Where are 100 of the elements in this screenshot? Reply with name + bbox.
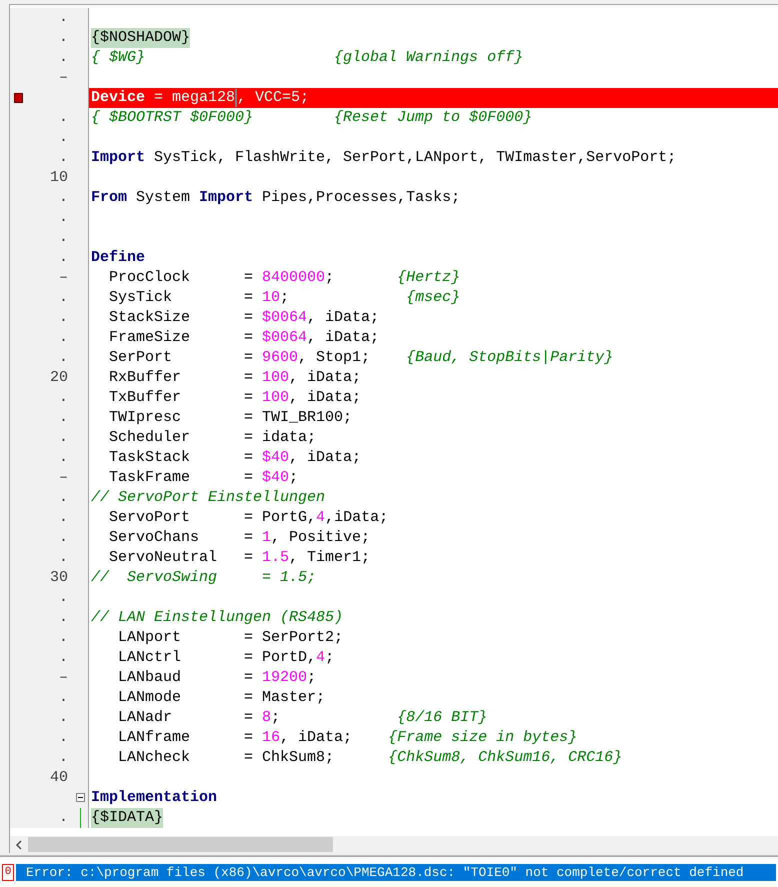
line-marker: 10	[50, 168, 68, 188]
number-literal: 9600	[262, 348, 298, 368]
code-comment: {Hertz}	[397, 268, 460, 288]
code-text: , Positive;	[271, 528, 370, 548]
keyword: From	[91, 188, 128, 208]
collapse-icon[interactable]	[76, 793, 85, 802]
keyword: Define	[91, 248, 146, 268]
line-marker: –	[58, 68, 68, 88]
code-text: ServoNeutral =	[108, 548, 254, 568]
code-text: ,iData;	[325, 508, 388, 528]
code-text: LANport = SerPort2;	[117, 628, 344, 648]
code-text: ServoPort = PortG,	[108, 508, 316, 528]
line-marker: –	[58, 668, 68, 688]
scrollbar-thumb[interactable]	[28, 837, 333, 852]
number-literal: 1.5	[262, 548, 290, 568]
line-marker: .	[58, 688, 68, 708]
code-text: , VCC=5;	[237, 88, 310, 108]
code-comment: // ServoSwing = 1.5;	[91, 568, 316, 588]
number-literal: 8	[262, 708, 272, 728]
code-text: LANcheck = ChkSum8;	[117, 748, 336, 768]
code-text: , iData;	[307, 328, 380, 348]
line-marker: .	[58, 728, 68, 748]
line-marker: .	[58, 548, 68, 568]
line-marker: –	[58, 268, 68, 288]
compiler-directive: {$NOSHADOW}	[91, 28, 190, 48]
code-text: ProcClock =	[108, 268, 254, 288]
keyword: Import	[91, 148, 146, 168]
code-text: LANbaud =	[117, 668, 254, 688]
code-text: ;	[325, 648, 334, 668]
line-marker: .	[58, 528, 68, 548]
code-comment: // LAN Einstellungen (RS485)	[91, 608, 344, 628]
line-marker: .	[58, 408, 68, 428]
code-text: ServoChans =	[108, 528, 254, 548]
code-text: Pipes,Processes,Tasks;	[261, 188, 460, 208]
line-marker: .	[58, 648, 68, 668]
error-count: 0	[2, 864, 14, 880]
code-text: SysTick, FlashWrite, SerPort,LANport, TWImaster,ServoPort;	[153, 148, 676, 168]
line-marker: .	[58, 328, 68, 348]
scroll-left-icon[interactable]	[15, 840, 23, 850]
code-comment: {8/16 BIT}	[397, 708, 488, 728]
code-text: RxBuffer =	[108, 368, 254, 388]
error-message[interactable]: Error: c:\program files (x86)\avrco\avrco\PMEGA128.dsc: "TOIE0" not complete/correct defined	[16, 864, 776, 880]
line-marker: .	[58, 508, 68, 528]
code-comment: { $WG} {global Warnings off}	[91, 48, 524, 68]
line-marker: .	[58, 628, 68, 648]
horizontal-scrollbar[interactable]	[10, 836, 778, 853]
line-marker: .	[58, 28, 68, 48]
line-marker: .	[58, 708, 68, 728]
code-text: , iData;	[307, 308, 380, 328]
compiler-directive: {$IDATA}	[91, 808, 164, 828]
keyword: Implementation	[91, 788, 218, 808]
code-text: LANframe =	[117, 728, 254, 748]
line-marker: .	[58, 208, 68, 228]
code-text: FrameSize =	[108, 328, 254, 348]
line-marker: .	[58, 188, 68, 208]
code-text: LANadr =	[117, 708, 254, 728]
number-literal: 1	[262, 528, 272, 548]
breakpoint-icon[interactable]	[14, 93, 23, 103]
code-text: System	[135, 188, 192, 208]
code-text: ;	[307, 668, 316, 688]
number-literal: $0064	[262, 328, 308, 348]
number-literal: 100	[262, 368, 290, 388]
line-marker: .	[58, 348, 68, 368]
line-marker: .	[58, 588, 68, 608]
line-marker: .	[58, 488, 68, 508]
code-comment: {msec}	[406, 288, 460, 308]
code-text: SysTick =	[108, 288, 254, 308]
line-marker: –	[58, 468, 68, 488]
line-marker: .	[58, 248, 68, 268]
code-text: ;	[280, 288, 290, 308]
code-comment: {Frame size in bytes}	[388, 728, 578, 748]
line-marker: .	[58, 748, 68, 768]
line-marker: .	[58, 448, 68, 468]
line-marker: 30	[50, 568, 68, 588]
code-text: StackSize =	[108, 308, 254, 328]
number-literal: $0064	[262, 308, 308, 328]
line-marker: .	[58, 108, 68, 128]
code-text: ;	[325, 268, 336, 288]
line-marker: .	[58, 48, 68, 68]
code-text: , iData;	[289, 388, 362, 408]
code-text: Scheduler = idata;	[108, 428, 316, 448]
line-marker: .	[58, 8, 68, 28]
line-marker: .	[58, 608, 68, 628]
number-literal: 4	[316, 508, 326, 528]
code-text: ;	[271, 708, 282, 728]
number-literal: 10	[262, 288, 280, 308]
keyword: Import	[199, 188, 254, 208]
code-text: , iData;	[289, 448, 362, 468]
code-comment: {Baud, StopBits|Parity}	[406, 348, 614, 368]
code-text: ;	[289, 468, 298, 488]
number-literal: $40	[262, 448, 290, 468]
number-literal: 8400000	[262, 268, 326, 288]
line-marker: .	[58, 288, 68, 308]
text-cursor	[235, 89, 238, 107]
line-marker: .	[58, 308, 68, 328]
code-text: TaskStack =	[108, 448, 254, 468]
number-literal: 16	[262, 728, 280, 748]
keyword: Device	[91, 88, 146, 108]
line-marker: 40	[50, 768, 68, 788]
line-marker: .	[58, 128, 68, 148]
